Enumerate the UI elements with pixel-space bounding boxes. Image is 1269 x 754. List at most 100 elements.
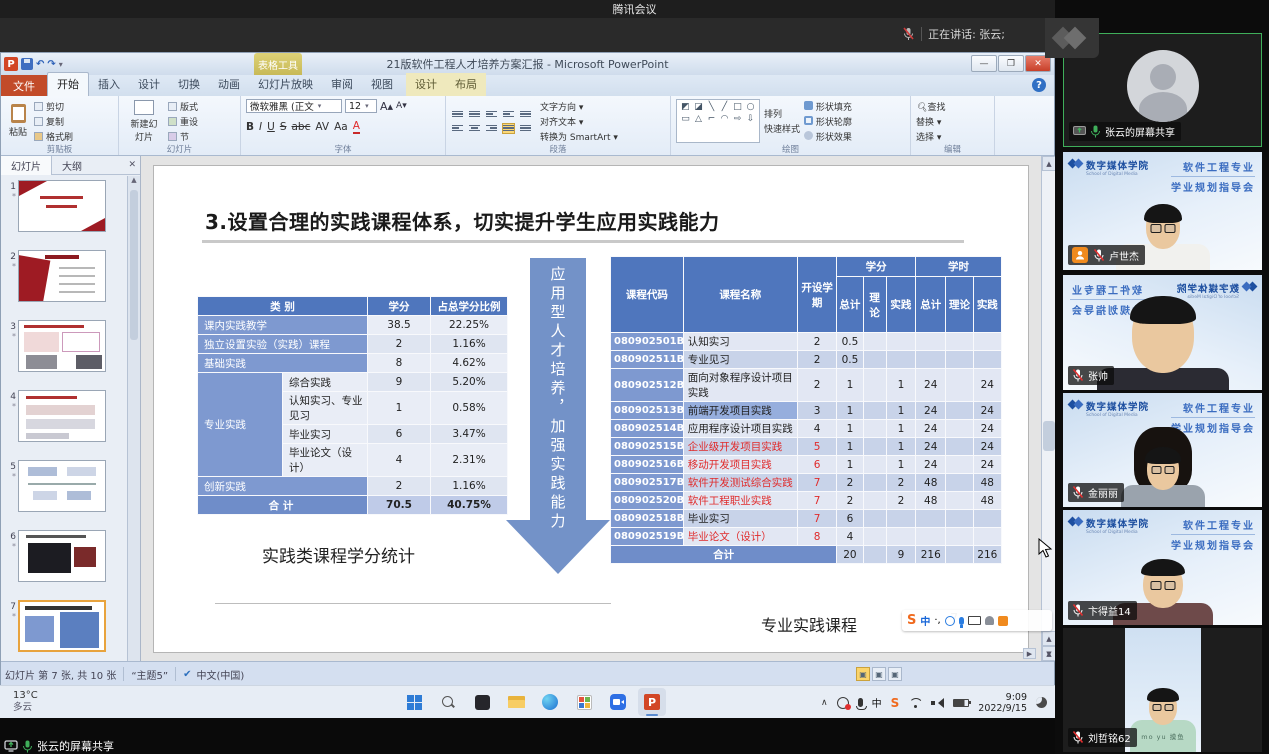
tray-screen-record-icon[interactable]	[837, 697, 849, 709]
credit-row[interactable]: 课内实践教学38.522.25%	[198, 316, 508, 335]
panel-scrollbar[interactable]: ▲	[127, 176, 140, 661]
vertical-scrollbar[interactable]: ▲ ▲▲ ▼▼	[1041, 156, 1056, 661]
redo-icon[interactable]: ↷	[47, 59, 55, 70]
context-tab-设计[interactable]: 设计	[406, 73, 446, 96]
emoji-icon[interactable]	[945, 616, 955, 626]
slide-sorter-view-icon[interactable]: ▣	[872, 667, 886, 681]
participant-tile-6[interactable]: mo yu 摸鱼刘哲铭62	[1063, 628, 1262, 752]
shape-△[interactable]: △	[692, 113, 705, 125]
spellcheck-icon[interactable]: ✔	[183, 669, 191, 680]
slide-thumbnail-1[interactable]: 1*	[3, 180, 106, 232]
cut-button[interactable]: 剪切	[34, 100, 73, 113]
bullets-icon[interactable]	[451, 109, 464, 120]
font-style-A[interactable]: A	[353, 120, 360, 134]
tab-开始[interactable]: 开始	[47, 72, 89, 96]
text-direction-button[interactable]: 文字方向 ▾	[540, 100, 618, 113]
tray-clock[interactable]: 9:092022/9/15	[978, 692, 1027, 714]
hscroll-right-arrow[interactable]: ▶	[1023, 648, 1036, 659]
indent-decrease-icon[interactable]	[485, 109, 498, 120]
shape-⇨[interactable]: ⇨	[731, 113, 744, 125]
font-style-AV[interactable]: AV	[315, 121, 329, 133]
sogou-s-icon[interactable]: S	[907, 613, 916, 628]
reset-button[interactable]: 重设	[168, 115, 198, 128]
undo-icon[interactable]: ↶	[36, 59, 44, 70]
course-row[interactable]: 080902520B软件工程职业实践7224848	[611, 492, 1002, 510]
section-button[interactable]: 节	[168, 130, 198, 143]
font-name-select[interactable]: 微软雅黑 (正文▾	[246, 99, 342, 113]
language-indicator[interactable]: 中文(中国)	[196, 667, 244, 682]
numbering-icon[interactable]	[468, 109, 481, 120]
account-person-icon[interactable]	[985, 616, 994, 625]
align-left-icon[interactable]	[451, 123, 464, 134]
soft-keyboard-icon[interactable]	[968, 616, 981, 625]
shape-fill-button[interactable]: 形状填充	[804, 100, 852, 113]
left-table-caption[interactable]: 实践类课程学分统计	[262, 542, 415, 567]
taskbar-store-icon[interactable]	[570, 688, 598, 716]
participant-tile-4[interactable]: 数字媒体学院School of Digital Media软件工程专业学业规划指…	[1063, 393, 1262, 507]
layout-button[interactable]: 版式	[168, 100, 198, 113]
panel-tab-outline[interactable]: 大纲	[52, 156, 92, 175]
credit-total-row[interactable]: 合 计70.540.75%	[198, 496, 508, 515]
course-row[interactable]: 080902519B毕业论文（设计）84	[611, 528, 1002, 546]
shape-◪[interactable]: ◪	[692, 101, 705, 113]
replace-button[interactable]: 替换 ▾	[916, 115, 945, 128]
panel-tab-slides[interactable]: 幻灯片	[1, 156, 52, 175]
credit-row[interactable]: 创新实践21.16%	[198, 477, 508, 496]
participant-tile-3[interactable]: 数字媒体学院School of Digital Media软件工程专业学业规划指…	[1063, 275, 1262, 390]
slide-thumbnail-2[interactable]: 2*	[3, 250, 106, 302]
ppt-minimize-button[interactable]: —	[971, 55, 997, 72]
shape-╲[interactable]: ╲	[705, 101, 718, 113]
tray-input-chinese-icon[interactable]: 中	[872, 695, 882, 710]
scroll-up-icon[interactable]: ▲	[1042, 156, 1056, 171]
shape-◩[interactable]: ◩	[679, 101, 692, 113]
punctuation-icon[interactable]: ·,	[934, 615, 940, 626]
font-style-Aa[interactable]: Aa	[334, 121, 348, 133]
course-row[interactable]: 080902514B应用程序设计项目实践4112424	[611, 420, 1002, 438]
shape-○[interactable]: ○	[744, 101, 757, 113]
normal-view-icon[interactable]: ▣	[856, 667, 870, 681]
columns-icon[interactable]	[519, 123, 532, 134]
course-row[interactable]: 080902501B认知实习20.5	[611, 333, 1002, 351]
taskbar-powerpoint-icon[interactable]: P	[638, 688, 666, 716]
quick-styles-button[interactable]: 快速样式	[764, 122, 800, 135]
shape-□[interactable]: □	[731, 101, 744, 113]
credit-row[interactable]: 基础实践84.62%	[198, 354, 508, 373]
paste-button[interactable]: 粘贴	[6, 99, 30, 143]
taskbar-weather[interactable]: 13°C多云	[13, 690, 38, 714]
qat-dropdown-icon[interactable]: ▾	[59, 60, 63, 69]
course-practice-table[interactable]: 课程代码课程名称开设学期学分学时总计理论实践总计理论实践080902501B认知…	[610, 256, 1002, 564]
help-icon[interactable]: ?	[1032, 78, 1046, 92]
font-style-B[interactable]: B	[246, 121, 254, 133]
line-spacing-icon[interactable]	[519, 109, 532, 120]
right-table-caption[interactable]: 专业实践课程	[709, 612, 909, 636]
shapes-gallery[interactable]: ◩◪╲╱□○▭△⌐◠⇨⇩	[676, 99, 760, 143]
taskbar-widgets-icon[interactable]	[468, 688, 496, 716]
skin-icon[interactable]	[998, 616, 1008, 626]
smartart-button[interactable]: 转换为 SmartArt ▾	[540, 130, 618, 143]
new-slide-button[interactable]: 新建幻灯片	[124, 99, 164, 143]
tray-volume-icon[interactable]	[931, 698, 944, 708]
credit-summary-table[interactable]: 类 别学分占总学分比例课内实践教学38.522.25%独立设置实验（实践）课程2…	[197, 296, 508, 515]
course-row[interactable]: 080902513B前端开发项目实践3112424	[611, 402, 1002, 420]
select-button[interactable]: 选择 ▾	[916, 130, 945, 143]
shape-⌐[interactable]: ⌐	[705, 113, 718, 125]
toolbox-grid-icon[interactable]	[1012, 616, 1022, 626]
indent-increase-icon[interactable]	[502, 109, 515, 120]
shrink-font-icon[interactable]: A▾	[396, 101, 407, 111]
tray-night-mode-icon[interactable]	[1036, 697, 1047, 708]
font-style-S[interactable]: S	[280, 121, 287, 133]
taskbar-search-icon[interactable]	[434, 688, 462, 716]
course-row[interactable]: 080902512B面向对象程序设计项目实践2112424	[611, 369, 1002, 402]
tab-动画[interactable]: 动画	[209, 73, 249, 96]
font-style-U[interactable]: U	[267, 121, 275, 133]
font-style-I[interactable]: I	[259, 121, 262, 133]
credit-row[interactable]: 独立设置实验（实践）课程21.16%	[198, 335, 508, 354]
scrollbar-thumb[interactable]	[1043, 421, 1055, 451]
grow-font-icon[interactable]: A▴	[380, 100, 393, 113]
shape-◠[interactable]: ◠	[718, 113, 731, 125]
shape-⇩[interactable]: ⇩	[744, 113, 757, 125]
font-size-select[interactable]: 12▾	[345, 99, 377, 113]
slide-thumbnail-3[interactable]: 3*	[3, 320, 106, 372]
course-row[interactable]: 080902515B企业级开发项目实践5112424	[611, 438, 1002, 456]
font-style-abc[interactable]: abc	[291, 121, 310, 133]
